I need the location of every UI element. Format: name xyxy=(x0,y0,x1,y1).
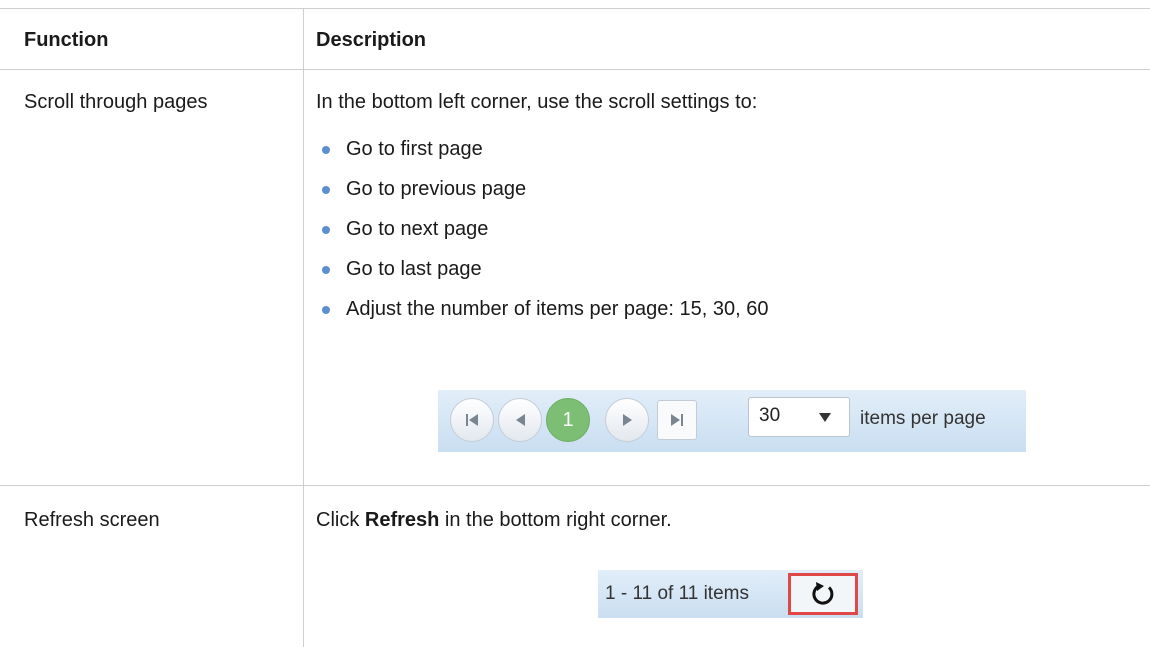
first-page-icon xyxy=(466,414,478,426)
refresh-button[interactable] xyxy=(788,573,858,615)
row1-function: Scroll through pages xyxy=(24,91,208,113)
pager-screenshot: 1 30 items per page xyxy=(438,390,1026,452)
row-divider xyxy=(0,485,1150,486)
previous-page-icon xyxy=(515,414,525,426)
header-function: Function xyxy=(24,29,109,51)
current-page-button[interactable]: 1 xyxy=(546,398,590,442)
row2-desc-bold: Refresh xyxy=(364,509,440,531)
items-per-page-label: items per page xyxy=(860,408,986,429)
item-count-label: 1 - 11 of 11 items xyxy=(605,583,749,604)
list-item: Adjust the number of items per page: 15,… xyxy=(316,297,768,337)
table-top-border xyxy=(0,8,1150,9)
row2-function: Refresh screen xyxy=(24,509,160,531)
row2-desc-pre: Click xyxy=(316,509,365,531)
list-item: Go to last page xyxy=(316,257,768,297)
list-item: Go to first page xyxy=(316,137,768,177)
row2-desc-post: in the bottom right corner. xyxy=(439,509,672,531)
next-page-icon xyxy=(622,414,632,426)
first-page-button[interactable] xyxy=(450,398,494,442)
column-divider xyxy=(303,8,304,647)
last-page-button[interactable] xyxy=(657,400,697,440)
page-size-value: 30 xyxy=(759,405,781,426)
header-divider xyxy=(0,69,1150,70)
refresh-screenshot: 1 - 11 of 11 items xyxy=(598,570,863,618)
page-size-select[interactable]: 30 xyxy=(748,397,850,437)
last-page-icon xyxy=(671,414,683,426)
row2-description: Click Refresh in the bottom right corner… xyxy=(316,508,672,532)
header-description: Description xyxy=(316,29,427,51)
previous-page-button[interactable] xyxy=(498,398,542,442)
list-item: Go to previous page xyxy=(316,177,768,217)
row1-intro: In the bottom left corner, use the scrol… xyxy=(316,91,758,113)
help-table: Function Description Scroll through page… xyxy=(0,0,1150,647)
row1-bullet-list: Go to first page Go to previous page Go … xyxy=(316,137,768,337)
list-item: Go to next page xyxy=(316,217,768,257)
next-page-button[interactable] xyxy=(605,398,649,442)
chevron-down-icon xyxy=(819,413,831,422)
refresh-icon xyxy=(812,582,834,605)
